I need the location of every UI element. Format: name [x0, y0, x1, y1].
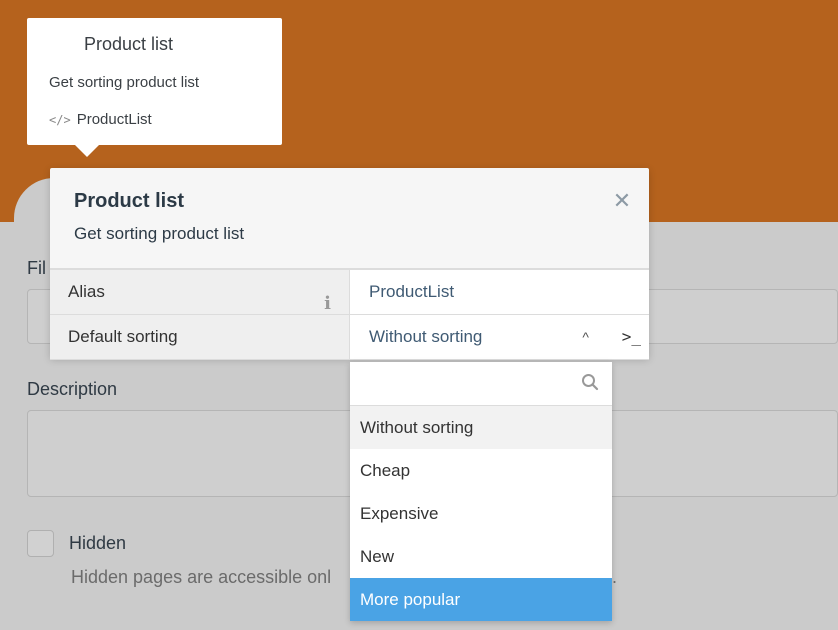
sorting-selected-value: Without sorting: [369, 327, 483, 346]
dropdown-option[interactable]: New: [350, 535, 612, 578]
dropdown-search-input[interactable]: [350, 362, 612, 405]
terminal-icon[interactable]: >_: [622, 315, 641, 359]
hidden-note: Hidden pages are accessible onl: [71, 567, 332, 587]
sorting-select[interactable]: Without sorting ^ >_: [350, 315, 649, 359]
description-label: Description: [27, 379, 118, 399]
property-label: Alias i: [50, 270, 350, 314]
dropdown-option[interactable]: Cheap: [350, 449, 612, 492]
dropdown-search: [350, 362, 612, 406]
alias-value[interactable]: ProductList: [350, 270, 649, 314]
dropdown-option[interactable]: Without sorting: [350, 406, 612, 449]
field-label: Fil: [27, 258, 46, 278]
chevron-up-icon[interactable]: ^: [582, 315, 589, 359]
dropdown-option[interactable]: More popular: [350, 578, 612, 621]
component-settings-modal: Product list Get sorting product list ✕ …: [50, 168, 649, 360]
search-icon: [582, 374, 599, 391]
dropdown-option[interactable]: Expensive: [350, 492, 612, 535]
alias-label: Alias: [68, 282, 105, 301]
tooltip-code: </> ProductList: [49, 111, 152, 128]
code-icon: </>: [49, 112, 71, 127]
component-tooltip: Product list Get sorting product list </…: [27, 18, 282, 157]
property-row-alias: Alias i ProductList: [50, 270, 649, 315]
hidden-checkbox[interactable]: [27, 530, 54, 557]
modal-title: Product list: [74, 190, 185, 212]
sorting-dropdown: Without sorting Cheap Expensive New More…: [350, 362, 612, 621]
property-row-sorting: Default sorting Without sorting ^ >_: [50, 315, 649, 360]
tooltip-title: Product list: [84, 34, 174, 54]
tooltip-code-name: ProductList: [76, 111, 152, 128]
close-icon[interactable]: ✕: [611, 190, 633, 212]
properties-table: Alias i ProductList Default sorting With…: [50, 268, 649, 360]
tooltip-subtitle: Get sorting product list: [49, 74, 200, 91]
property-label: Default sorting: [50, 315, 350, 359]
hidden-label: Hidden: [69, 533, 127, 553]
hidden-note-end: .: [612, 567, 618, 587]
modal-subtitle: Get sorting product list: [74, 224, 245, 243]
